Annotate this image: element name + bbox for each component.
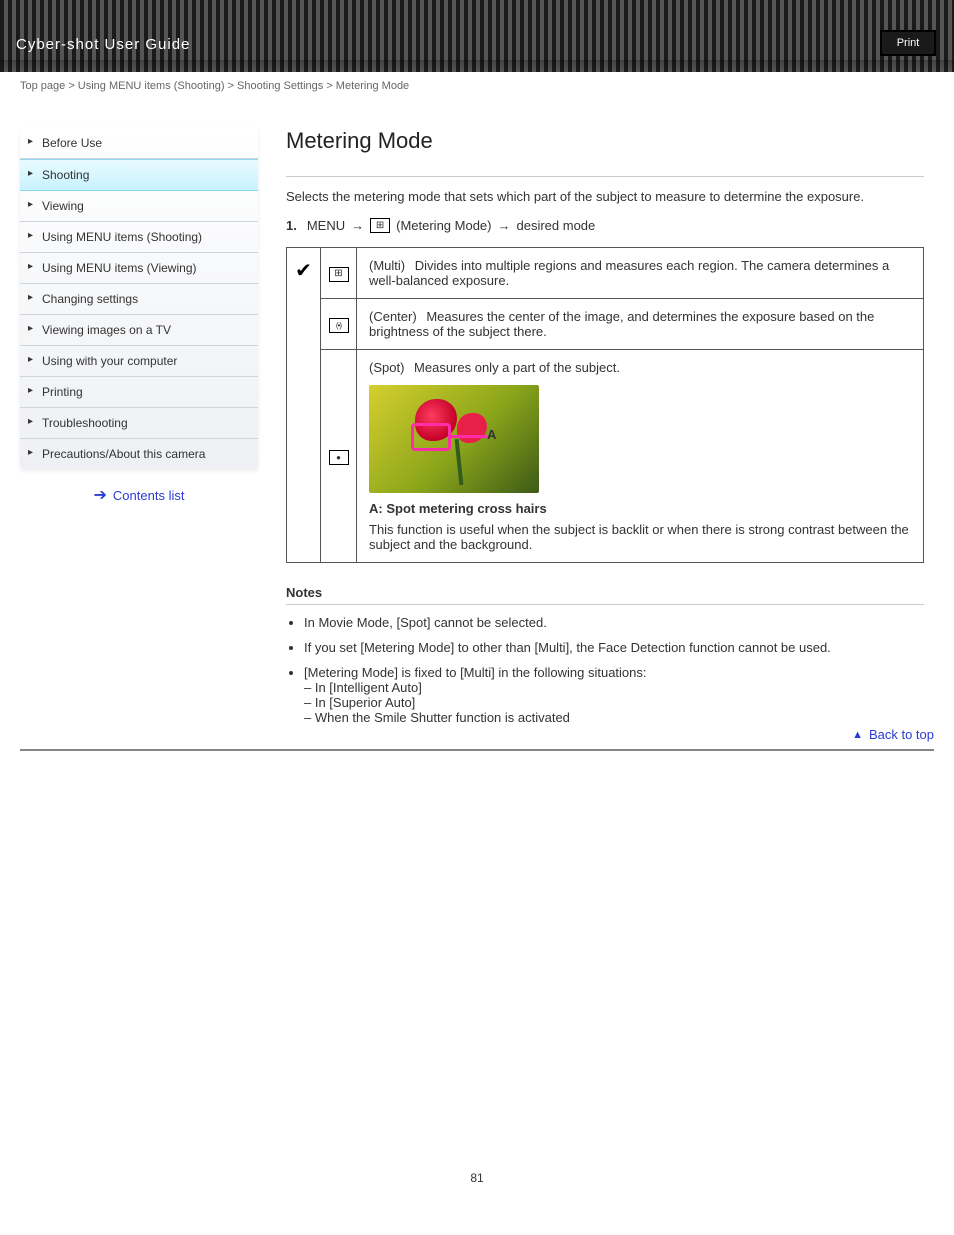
sidebar-item-tv[interactable]: Viewing images on a TV [20,315,258,346]
sidebar-item-computer[interactable]: Using with your computer [20,346,258,377]
sidebar: Before Use Shooting Viewing Using MENU i… [20,128,258,735]
lead-text: Selects the metering mode that sets whic… [286,189,924,204]
back-to-top-link[interactable]: ▲ Back to top [852,727,934,742]
step-1: 1. MENU → (Metering Mode) → desired mode [286,218,924,233]
contents-list-label: Contents list [113,488,185,503]
table-row: (Spot) Measures only a part of the subje… [287,350,924,563]
sidebar-item-troubleshooting[interactable]: Troubleshooting [20,408,258,439]
sidebar-nav: Before Use Shooting Viewing Using MENU i… [20,128,258,469]
page-title: Metering Mode [286,128,924,154]
arrow-icon: → [351,218,364,233]
notes-rule [286,604,924,605]
spot-legend: A: Spot metering cross hairs [369,501,547,516]
step-metering-label: (Metering Mode) [396,218,491,233]
option-label: (Spot) [369,360,404,375]
metering-mode-icon [370,218,390,233]
range-label: A [487,427,496,442]
product-title: Cyber-shot User Guide [16,36,190,53]
page-number: 81 [0,1171,954,1205]
range-finder-frame-icon [411,423,451,451]
spot-sample-image: A [369,385,539,493]
option-desc: Divides into multiple regions and measur… [369,258,889,288]
breadcrumb: Top page > Using MENU items (Shooting) >… [0,72,954,92]
triangle-up-icon: ▲ [852,729,863,741]
option-label: (Multi) [369,258,405,273]
option-label: (Center) [369,309,417,324]
header-band: Cyber-shot User Guide Print [0,0,954,72]
list-item: If you set [Metering Mode] to other than… [304,640,924,655]
spot-note: This function is useful when the subject… [369,522,911,552]
list-item: [Metering Mode] is fixed to [Multi] in t… [304,665,924,725]
sidebar-item-changing-settings[interactable]: Changing settings [20,284,258,315]
notes-heading: Notes [286,585,924,600]
header-fade [0,60,954,72]
options-table: ✔ (Multi) Divides into multiple regions … [286,247,924,563]
sidebar-item-menu-shooting[interactable]: Using MENU items (Shooting) [20,222,258,253]
step-menu-label: MENU [307,218,345,233]
sidebar-item-precautions[interactable]: Precautions/About this camera [20,439,258,469]
step-desired-label: desired mode [517,218,596,233]
sidebar-item-before-use[interactable]: Before Use [20,128,258,159]
notes-list: In Movie Mode, [Spot] cannot be selected… [286,615,924,725]
arrow-icon: → [498,218,511,233]
contents-list-link[interactable]: ➔ Contents list [20,485,258,505]
sidebar-item-menu-viewing[interactable]: Using MENU items (Viewing) [20,253,258,284]
table-row: ✔ (Multi) Divides into multiple regions … [287,248,924,299]
range-pointer-icon [451,435,487,438]
spot-icon [329,450,349,465]
list-item: In Movie Mode, [Spot] cannot be selected… [304,615,924,630]
sidebar-item-printing[interactable]: Printing [20,377,258,408]
main-content: Metering Mode Selects the metering mode … [286,128,934,735]
sidebar-item-shooting[interactable]: Shooting [20,159,258,191]
print-button[interactable]: Print [880,30,936,56]
back-to-top-label: Back to top [869,727,934,742]
sidebar-item-viewing[interactable]: Viewing [20,191,258,222]
multi-icon [329,267,349,282]
bottom-rule: ▲ Back to top [20,749,934,751]
title-rule [286,176,924,177]
table-row: (Center) Measures the center of the imag… [287,299,924,350]
option-desc: Measures the center of the image, and de… [369,309,874,339]
option-desc: Measures only a part of the subject. [414,360,620,375]
step-number: 1. [286,218,297,233]
arrow-right-icon: ➔ [94,485,107,505]
center-icon [329,318,349,333]
checkmark-icon: ✔ [295,260,312,282]
